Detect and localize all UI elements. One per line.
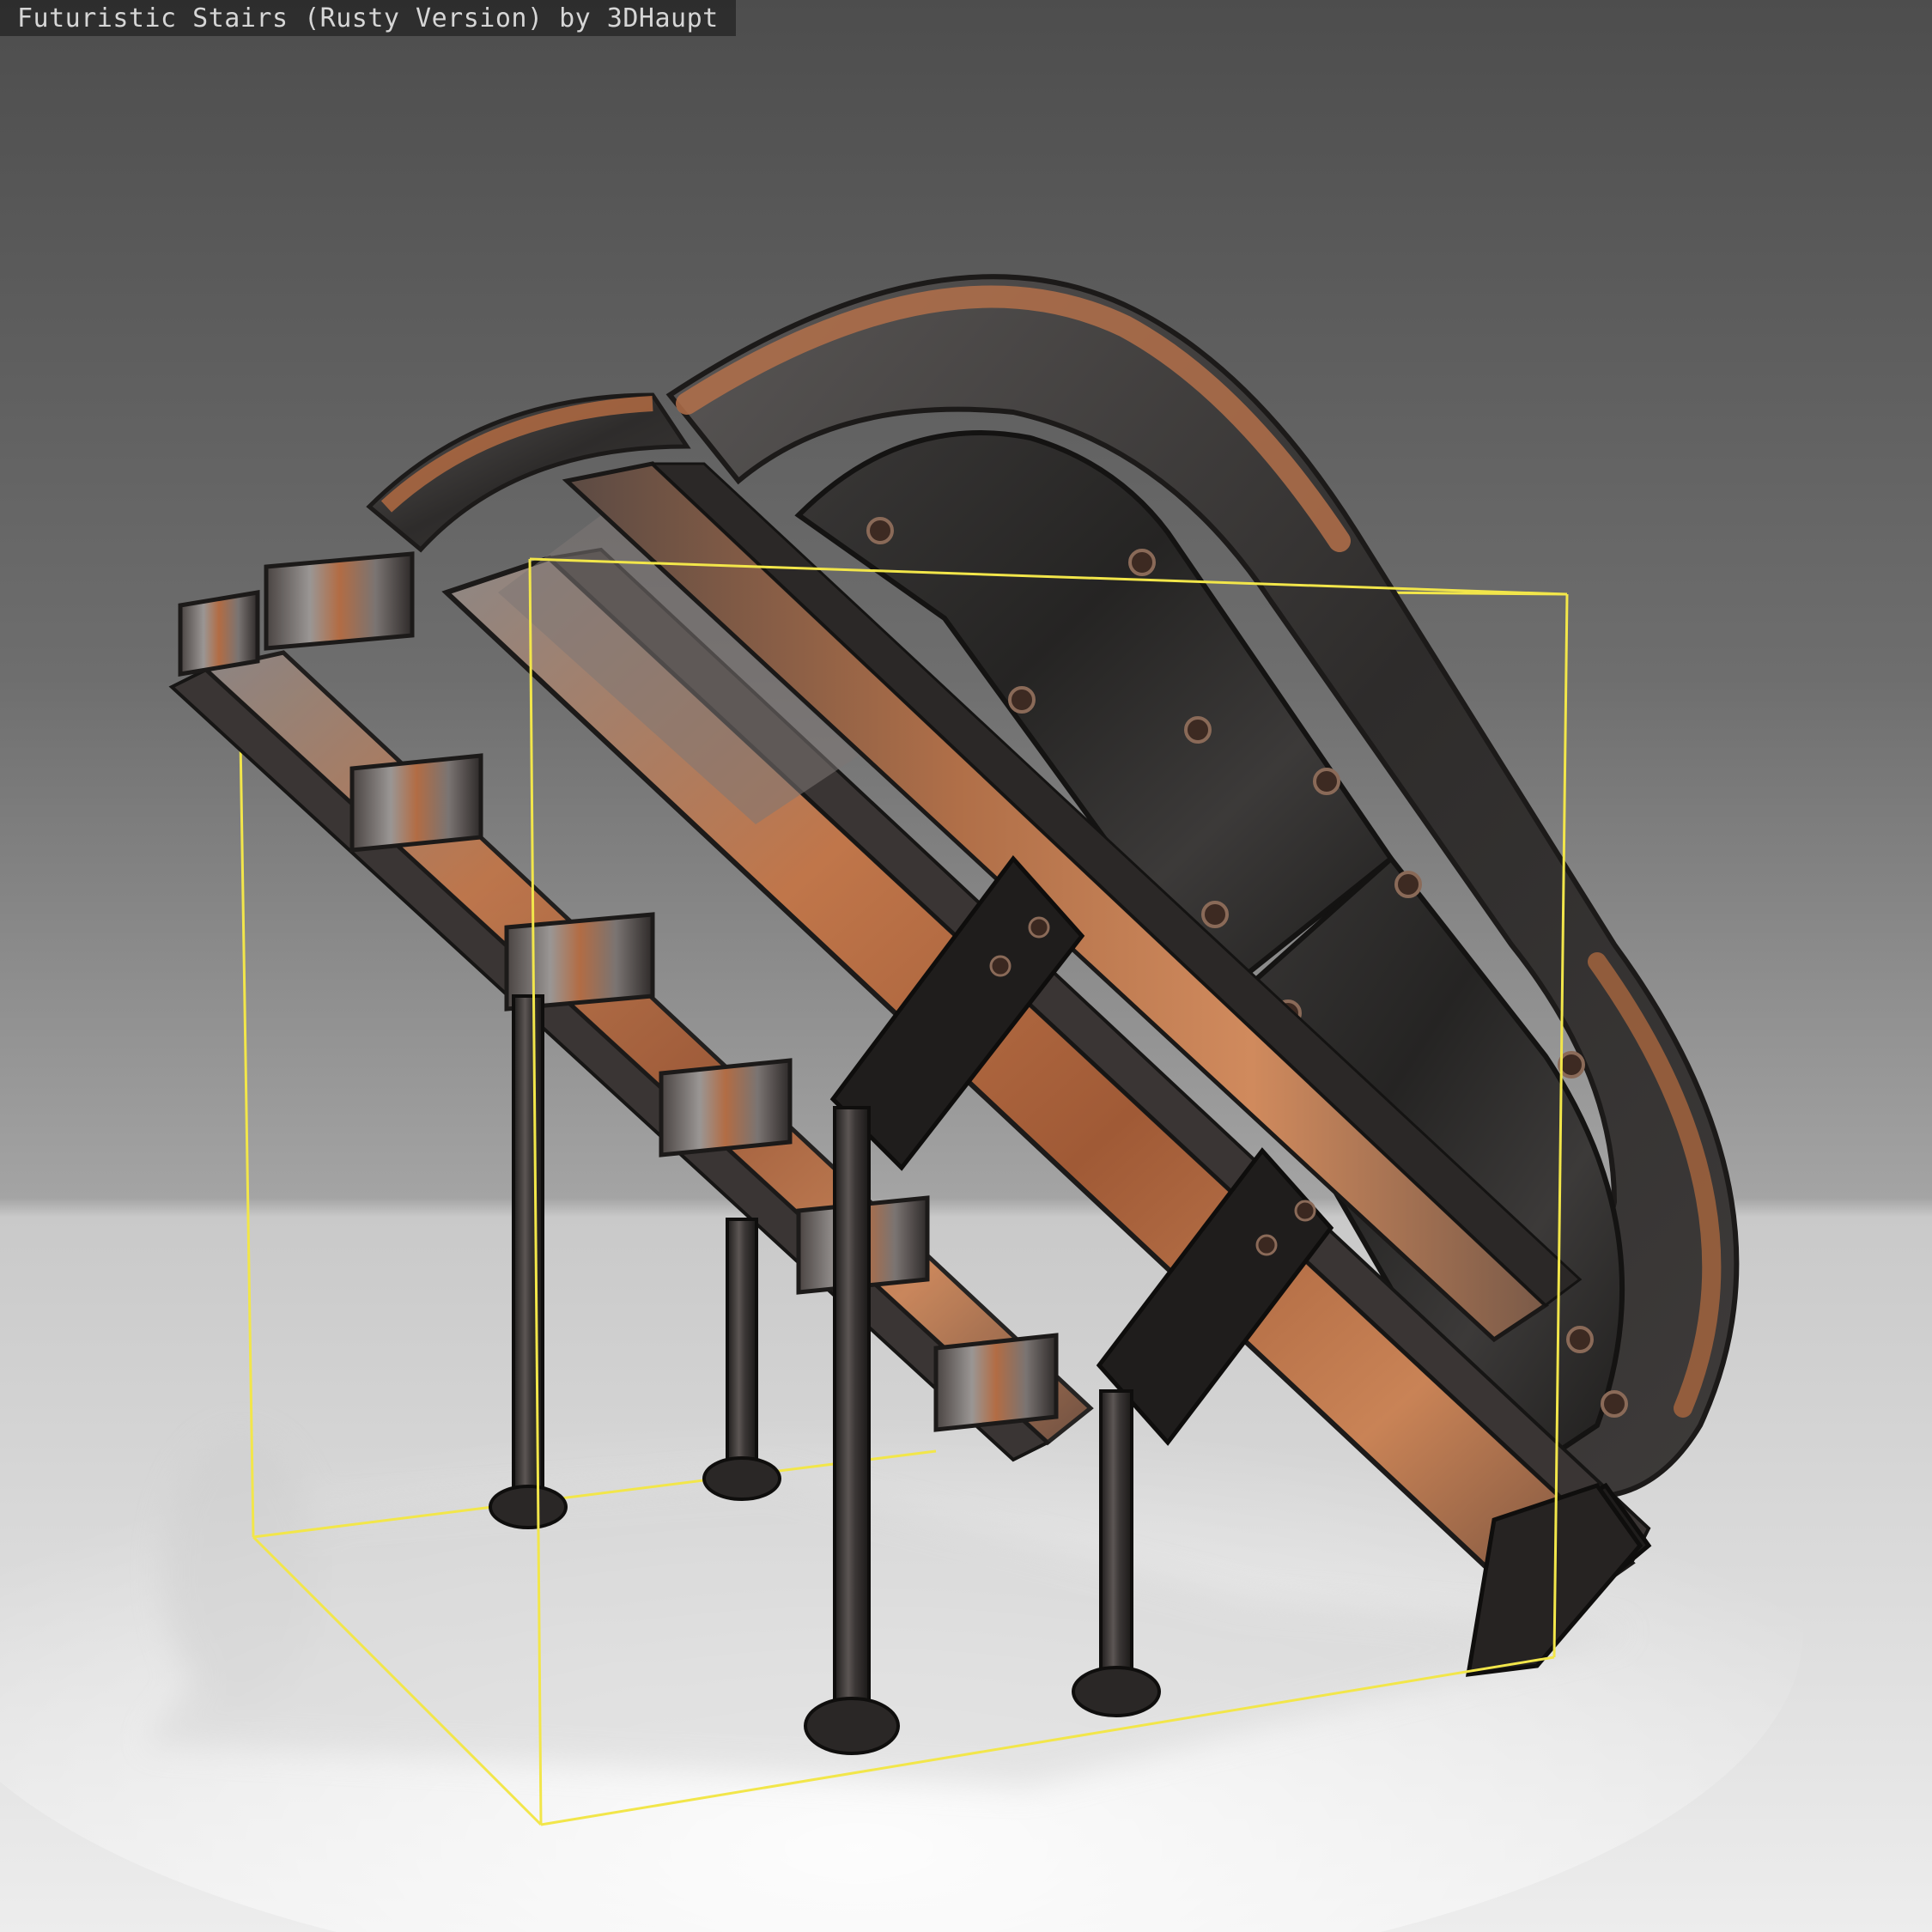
stair-step — [349, 753, 483, 853]
viewer-title-bar: Futuristic Stairs (Rusty Version) by 3DH… — [0, 0, 736, 36]
model-title: Futuristic Stairs (Rusty Version) by 3DH… — [17, 3, 719, 33]
stair-step — [933, 1333, 1059, 1432]
3d-viewport[interactable]: Futuristic Stairs (Rusty Version) by 3DH… — [0, 0, 1932, 1932]
stair-step — [659, 1058, 793, 1157]
3d-model-render[interactable] — [0, 0, 1932, 1932]
